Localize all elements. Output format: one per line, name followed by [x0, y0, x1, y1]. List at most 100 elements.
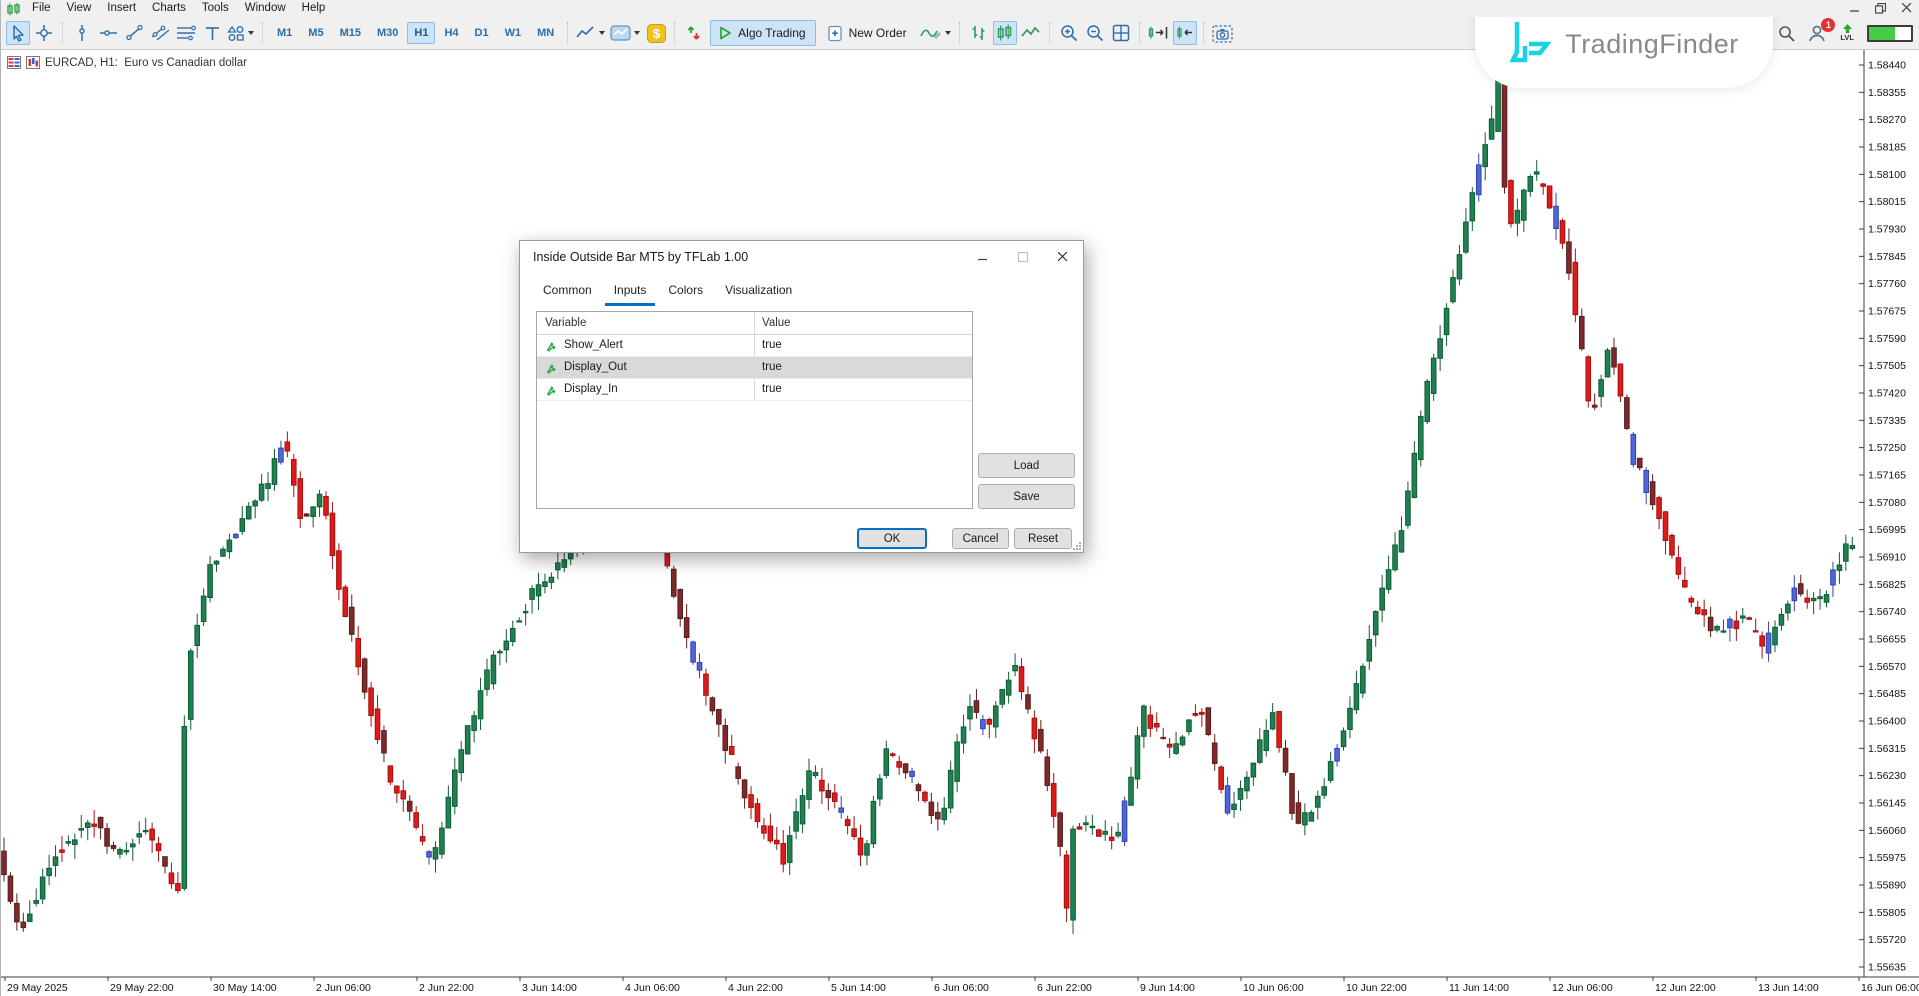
indicator-pen-icon — [920, 25, 942, 41]
timeframe-h1-button[interactable]: H1 — [407, 22, 435, 44]
level-indicator[interactable]: LVL — [1840, 24, 1854, 42]
text-icon — [205, 26, 220, 41]
svg-text:2 Jun 22:00: 2 Jun 22:00 — [419, 982, 474, 994]
level-up-arrow-icon — [1842, 24, 1853, 33]
variable-value[interactable]: true — [755, 335, 972, 356]
tab-inputs[interactable]: Inputs — [605, 280, 656, 306]
candlestick-chart-type-button[interactable] — [993, 21, 1017, 45]
ok-button[interactable]: OK — [857, 528, 927, 549]
camera-icon — [1212, 24, 1233, 43]
channel-tool-button[interactable] — [148, 21, 172, 45]
zoom-in-button[interactable] — [1057, 21, 1081, 45]
timeframe-h4-button[interactable]: H4 — [437, 22, 465, 44]
notification-badge: 1 — [1821, 18, 1835, 32]
auto-scroll-button[interactable] — [1147, 21, 1171, 45]
line-chart-type-button[interactable] — [1019, 21, 1043, 45]
column-header-variable: Variable — [537, 312, 755, 334]
dollar-icon: $ — [647, 24, 666, 43]
crosshair-icon — [35, 24, 53, 42]
save-button[interactable]: Save — [978, 484, 1075, 509]
tab-visualization[interactable]: Visualization — [716, 280, 801, 306]
variable-value[interactable]: true — [755, 379, 972, 400]
load-button[interactable]: Load — [978, 453, 1075, 478]
cancel-button[interactable]: Cancel — [952, 528, 1009, 549]
price-axis[interactable]: 1.584401.583551.582701.581851.581001.580… — [1859, 50, 1906, 977]
tab-common[interactable]: Common — [534, 280, 601, 306]
screenshot-button[interactable] — [1211, 21, 1235, 45]
menu-bar: FileViewInsertChartsToolsWindowHelp — [24, 0, 333, 17]
chart-template-button[interactable] — [575, 21, 607, 45]
svg-text:1.55805: 1.55805 — [1868, 907, 1906, 919]
dialog-resize-grip[interactable] — [1072, 541, 1081, 550]
svg-text:1.57505: 1.57505 — [1868, 360, 1906, 372]
menu-tools[interactable]: Tools — [194, 0, 237, 17]
symbols-button[interactable]: $ — [644, 21, 668, 45]
chevron-down-icon — [599, 31, 606, 36]
timeframe-m30-button[interactable]: M30 — [370, 22, 405, 44]
input-row-show_alert[interactable]: Show_Alert true — [537, 335, 972, 357]
shapes-icon — [227, 25, 245, 42]
search-icon[interactable] — [1778, 25, 1795, 42]
variable-value[interactable]: true — [755, 357, 972, 378]
bar-chart-type-button[interactable] — [967, 21, 991, 45]
window-minimize-button[interactable] — [1846, 1, 1863, 15]
svg-text:1.56400: 1.56400 — [1868, 716, 1906, 728]
trendline-tool-button[interactable] — [122, 21, 146, 45]
variable-name: Display_In — [564, 379, 618, 400]
menu-help[interactable]: Help — [294, 0, 334, 17]
zoom-out-button[interactable] — [1083, 21, 1107, 45]
dialog-minimize-button[interactable] — [963, 241, 1003, 272]
svg-text:4 Jun 22:00: 4 Jun 22:00 — [728, 982, 783, 994]
timeframe-d1-button[interactable]: D1 — [468, 22, 496, 44]
vertical-line-tool-button[interactable] — [70, 21, 94, 45]
indicators-button[interactable] — [609, 21, 642, 45]
line-chart-icon — [1021, 25, 1040, 41]
buy-sell-arrows-button[interactable] — [682, 21, 706, 45]
timeframe-m5-button[interactable]: M5 — [301, 22, 330, 44]
window-restore-button[interactable] — [1872, 1, 1889, 15]
input-row-display_out[interactable]: Display_Outtrue — [537, 357, 972, 379]
connection-status-bar — [1867, 25, 1913, 42]
chart-shift-button[interactable] — [1173, 21, 1197, 45]
dialog-maximize-button[interactable] — [1003, 241, 1043, 272]
menu-view[interactable]: View — [59, 0, 100, 17]
new-order-button[interactable]: New Order — [821, 20, 916, 46]
svg-text:5 Jun 14:00: 5 Jun 14:00 — [831, 982, 886, 994]
input-row-display_in[interactable]: Display_In true — [537, 379, 972, 401]
menu-charts[interactable]: Charts — [144, 0, 194, 17]
svg-text:12 Jun 06:00: 12 Jun 06:00 — [1552, 982, 1613, 994]
menu-insert[interactable]: Insert — [99, 0, 144, 17]
timeframe-m1-button[interactable]: M1 — [270, 22, 299, 44]
reset-button[interactable]: Reset — [1014, 528, 1072, 549]
timeframe-m15-button[interactable]: M15 — [333, 22, 368, 44]
fibonacci-tool-button[interactable] — [174, 21, 198, 45]
dialog-tab-bar: CommonInputsColorsVisualization — [520, 272, 1083, 306]
timeframe-w1-button[interactable]: W1 — [498, 22, 529, 44]
text-tool-button[interactable] — [200, 21, 224, 45]
horizontal-line-tool-button[interactable] — [96, 21, 120, 45]
dialog-titlebar[interactable]: Inside Outside Bar MT5 by TFLab 1.00 — [520, 241, 1083, 272]
dialog-close-button[interactable] — [1043, 241, 1083, 272]
tradingfinder-logo-text: TradingFinder — [1565, 29, 1739, 60]
algo-trading-button[interactable]: Algo Trading — [710, 20, 815, 46]
svg-text:1.57420: 1.57420 — [1868, 388, 1906, 400]
timeframe-mn-button[interactable]: MN — [530, 22, 561, 44]
tab-colors[interactable]: Colors — [659, 280, 712, 306]
svg-text:6 Jun 06:00: 6 Jun 06:00 — [934, 982, 989, 994]
cursor-tool-button[interactable] — [6, 21, 30, 45]
svg-text:1.58185: 1.58185 — [1868, 142, 1906, 154]
indicator-draw-button[interactable] — [919, 21, 953, 45]
crosshair-tool-button[interactable] — [32, 21, 56, 45]
variable-name: Show_Alert — [564, 335, 623, 356]
menu-window[interactable]: Window — [237, 0, 294, 17]
zoom-in-icon — [1060, 24, 1078, 42]
menu-file[interactable]: File — [24, 0, 59, 17]
timeframe-bar: M1M5M15M30H1H4D1W1MN — [269, 22, 562, 44]
shapes-tool-button[interactable] — [226, 21, 256, 45]
svg-text:1.57760: 1.57760 — [1868, 278, 1906, 290]
profile-button[interactable]: 1 — [1808, 24, 1827, 42]
time-axis[interactable]: 29 May 202529 May 22:0030 May 14:002 Jun… — [1, 977, 1919, 994]
tile-windows-button[interactable] — [1109, 21, 1133, 45]
svg-text:1.57335: 1.57335 — [1868, 415, 1906, 427]
window-close-button[interactable] — [1898, 1, 1915, 15]
